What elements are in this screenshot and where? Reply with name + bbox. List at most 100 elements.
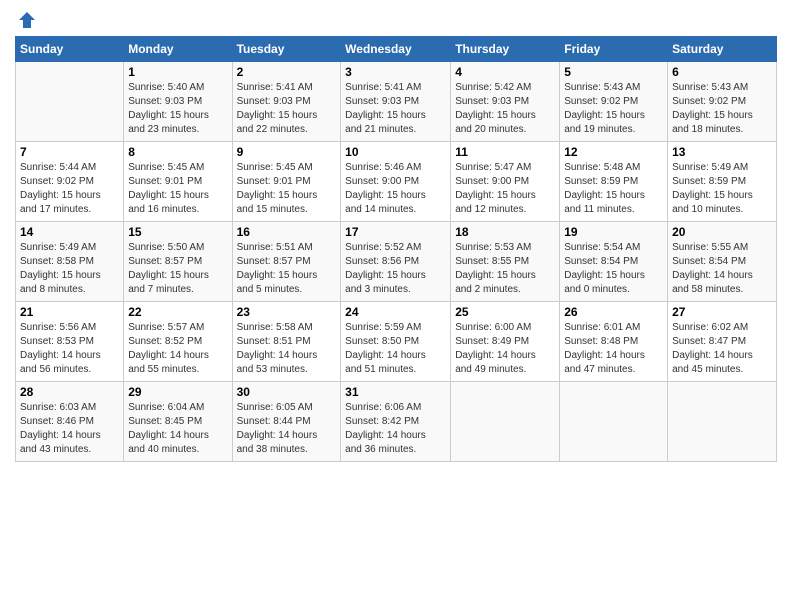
day-info: Sunrise: 5:46 AM Sunset: 9:00 PM Dayligh… bbox=[345, 161, 446, 217]
day-number: 5 bbox=[564, 65, 663, 79]
calendar-cell: 8 Sunrise: 5:45 AM Sunset: 9:01 PM Daylig… bbox=[124, 142, 232, 222]
day-number: 1 bbox=[128, 65, 227, 79]
day-number: 11 bbox=[455, 145, 555, 159]
calendar-week-row: 7 Sunrise: 5:44 AM Sunset: 9:02 PM Daylig… bbox=[16, 142, 777, 222]
column-header-thursday: Thursday bbox=[451, 37, 560, 62]
day-info: Sunrise: 5:57 AM Sunset: 8:52 PM Dayligh… bbox=[128, 321, 227, 377]
calendar-header-row: SundayMondayTuesdayWednesdayThursdayFrid… bbox=[16, 37, 777, 62]
day-number: 17 bbox=[345, 225, 446, 239]
calendar-cell: 4 Sunrise: 5:42 AM Sunset: 9:03 PM Daylig… bbox=[451, 62, 560, 142]
calendar-cell: 12 Sunrise: 5:48 AM Sunset: 8:59 PM Dayli… bbox=[560, 142, 668, 222]
logo bbox=[15, 10, 39, 30]
day-number: 20 bbox=[672, 225, 772, 239]
day-number: 30 bbox=[237, 385, 337, 399]
day-info: Sunrise: 5:56 AM Sunset: 8:53 PM Dayligh… bbox=[20, 321, 119, 377]
day-number: 26 bbox=[564, 305, 663, 319]
calendar-table: SundayMondayTuesdayWednesdayThursdayFrid… bbox=[15, 36, 777, 462]
day-info: Sunrise: 5:45 AM Sunset: 9:01 PM Dayligh… bbox=[128, 161, 227, 217]
day-info: Sunrise: 5:44 AM Sunset: 9:02 PM Dayligh… bbox=[20, 161, 119, 217]
calendar-cell: 26Sunrise: 6:01 AM Sunset: 8:48 PM Dayli… bbox=[560, 302, 668, 382]
column-header-sunday: Sunday bbox=[16, 37, 124, 62]
day-number: 7 bbox=[20, 145, 119, 159]
calendar-cell: 22 Sunrise: 5:57 AM Sunset: 8:52 PM Dayli… bbox=[124, 302, 232, 382]
page-header bbox=[15, 10, 777, 30]
day-info: Sunrise: 6:02 AM Sunset: 8:47 PM Dayligh… bbox=[672, 321, 772, 377]
day-info: Sunrise: 5:40 AM Sunset: 9:03 PM Dayligh… bbox=[128, 81, 227, 137]
day-number: 2 bbox=[237, 65, 337, 79]
day-number: 29 bbox=[128, 385, 227, 399]
calendar-cell: 24 Sunrise: 5:59 AM Sunset: 8:50 PM Dayli… bbox=[341, 302, 451, 382]
day-info: Sunrise: 5:48 AM Sunset: 8:59 PM Dayligh… bbox=[564, 161, 663, 217]
day-info: Sunrise: 5:55 AM Sunset: 8:54 PM Dayligh… bbox=[672, 241, 772, 297]
calendar-cell: 20 Sunrise: 5:55 AM Sunset: 8:54 PM Dayli… bbox=[668, 222, 777, 302]
day-number: 6 bbox=[672, 65, 772, 79]
day-info: Sunrise: 5:49 AM Sunset: 8:59 PM Dayligh… bbox=[672, 161, 772, 217]
calendar-cell: 28 Sunrise: 6:03 AM Sunset: 8:46 PM Dayli… bbox=[16, 382, 124, 462]
day-info: Sunrise: 5:41 AM Sunset: 9:03 PM Dayligh… bbox=[345, 81, 446, 137]
day-number: 18 bbox=[455, 225, 555, 239]
day-number: 4 bbox=[455, 65, 555, 79]
calendar-cell: 16 Sunrise: 5:51 AM Sunset: 8:57 PM Dayli… bbox=[232, 222, 341, 302]
calendar-cell: 25Sunrise: 6:00 AM Sunset: 8:49 PM Dayli… bbox=[451, 302, 560, 382]
day-number: 21 bbox=[20, 305, 119, 319]
day-number: 10 bbox=[345, 145, 446, 159]
calendar-cell: 7 Sunrise: 5:44 AM Sunset: 9:02 PM Daylig… bbox=[16, 142, 124, 222]
calendar-cell: 30 Sunrise: 6:05 AM Sunset: 8:44 PM Dayli… bbox=[232, 382, 341, 462]
day-info: Sunrise: 5:58 AM Sunset: 8:51 PM Dayligh… bbox=[237, 321, 337, 377]
day-number: 28 bbox=[20, 385, 119, 399]
day-number: 15 bbox=[128, 225, 227, 239]
day-number: 24 bbox=[345, 305, 446, 319]
calendar-cell: 31 Sunrise: 6:06 AM Sunset: 8:42 PM Dayli… bbox=[341, 382, 451, 462]
day-info: Sunrise: 6:03 AM Sunset: 8:46 PM Dayligh… bbox=[20, 401, 119, 457]
day-info: Sunrise: 5:59 AM Sunset: 8:50 PM Dayligh… bbox=[345, 321, 446, 377]
day-info: Sunrise: 5:43 AM Sunset: 9:02 PM Dayligh… bbox=[564, 81, 663, 137]
day-info: Sunrise: 6:06 AM Sunset: 8:42 PM Dayligh… bbox=[345, 401, 446, 457]
day-number: 9 bbox=[237, 145, 337, 159]
calendar-cell: 27 Sunrise: 6:02 AM Sunset: 8:47 PM Dayli… bbox=[668, 302, 777, 382]
day-info: Sunrise: 5:45 AM Sunset: 9:01 PM Dayligh… bbox=[237, 161, 337, 217]
column-header-friday: Friday bbox=[560, 37, 668, 62]
day-info: Sunrise: 5:47 AM Sunset: 9:00 PM Dayligh… bbox=[455, 161, 555, 217]
calendar-cell: 5 Sunrise: 5:43 AM Sunset: 9:02 PM Daylig… bbox=[560, 62, 668, 142]
day-info: Sunrise: 5:54 AM Sunset: 8:54 PM Dayligh… bbox=[564, 241, 663, 297]
calendar-cell: 17Sunrise: 5:52 AM Sunset: 8:56 PM Dayli… bbox=[341, 222, 451, 302]
day-info: Sunrise: 5:51 AM Sunset: 8:57 PM Dayligh… bbox=[237, 241, 337, 297]
calendar-cell: 29 Sunrise: 6:04 AM Sunset: 8:45 PM Dayli… bbox=[124, 382, 232, 462]
column-header-tuesday: Tuesday bbox=[232, 37, 341, 62]
column-header-wednesday: Wednesday bbox=[341, 37, 451, 62]
day-number: 22 bbox=[128, 305, 227, 319]
column-header-monday: Monday bbox=[124, 37, 232, 62]
day-number: 23 bbox=[237, 305, 337, 319]
day-info: Sunrise: 6:05 AM Sunset: 8:44 PM Dayligh… bbox=[237, 401, 337, 457]
calendar-week-row: 1 Sunrise: 5:40 AM Sunset: 9:03 PM Daylig… bbox=[16, 62, 777, 142]
day-number: 19 bbox=[564, 225, 663, 239]
day-number: 12 bbox=[564, 145, 663, 159]
day-number: 8 bbox=[128, 145, 227, 159]
calendar-cell: 1 Sunrise: 5:40 AM Sunset: 9:03 PM Daylig… bbox=[124, 62, 232, 142]
day-number: 13 bbox=[672, 145, 772, 159]
calendar-cell: 9 Sunrise: 5:45 AM Sunset: 9:01 PM Daylig… bbox=[232, 142, 341, 222]
calendar-cell: 19 Sunrise: 5:54 AM Sunset: 8:54 PM Dayli… bbox=[560, 222, 668, 302]
calendar-cell bbox=[668, 382, 777, 462]
calendar-week-row: 28 Sunrise: 6:03 AM Sunset: 8:46 PM Dayli… bbox=[16, 382, 777, 462]
day-number: 16 bbox=[237, 225, 337, 239]
day-number: 31 bbox=[345, 385, 446, 399]
column-header-saturday: Saturday bbox=[668, 37, 777, 62]
calendar-cell: 10 Sunrise: 5:46 AM Sunset: 9:00 PM Dayli… bbox=[341, 142, 451, 222]
calendar-cell: 15Sunrise: 5:50 AM Sunset: 8:57 PM Dayli… bbox=[124, 222, 232, 302]
calendar-cell: 23 Sunrise: 5:58 AM Sunset: 8:51 PM Dayli… bbox=[232, 302, 341, 382]
calendar-cell: 2Sunrise: 5:41 AM Sunset: 9:03 PM Daylig… bbox=[232, 62, 341, 142]
day-number: 27 bbox=[672, 305, 772, 319]
day-info: Sunrise: 6:04 AM Sunset: 8:45 PM Dayligh… bbox=[128, 401, 227, 457]
day-number: 3 bbox=[345, 65, 446, 79]
day-info: Sunrise: 5:53 AM Sunset: 8:55 PM Dayligh… bbox=[455, 241, 555, 297]
logo-text bbox=[15, 10, 39, 30]
day-info: Sunrise: 5:42 AM Sunset: 9:03 PM Dayligh… bbox=[455, 81, 555, 137]
calendar-week-row: 21 Sunrise: 5:56 AM Sunset: 8:53 PM Dayli… bbox=[16, 302, 777, 382]
day-number: 25 bbox=[455, 305, 555, 319]
day-info: Sunrise: 5:43 AM Sunset: 9:02 PM Dayligh… bbox=[672, 81, 772, 137]
calendar-cell: 11 Sunrise: 5:47 AM Sunset: 9:00 PM Dayli… bbox=[451, 142, 560, 222]
calendar-cell: 18 Sunrise: 5:53 AM Sunset: 8:55 PM Dayli… bbox=[451, 222, 560, 302]
calendar-cell: 21 Sunrise: 5:56 AM Sunset: 8:53 PM Dayli… bbox=[16, 302, 124, 382]
day-number: 14 bbox=[20, 225, 119, 239]
